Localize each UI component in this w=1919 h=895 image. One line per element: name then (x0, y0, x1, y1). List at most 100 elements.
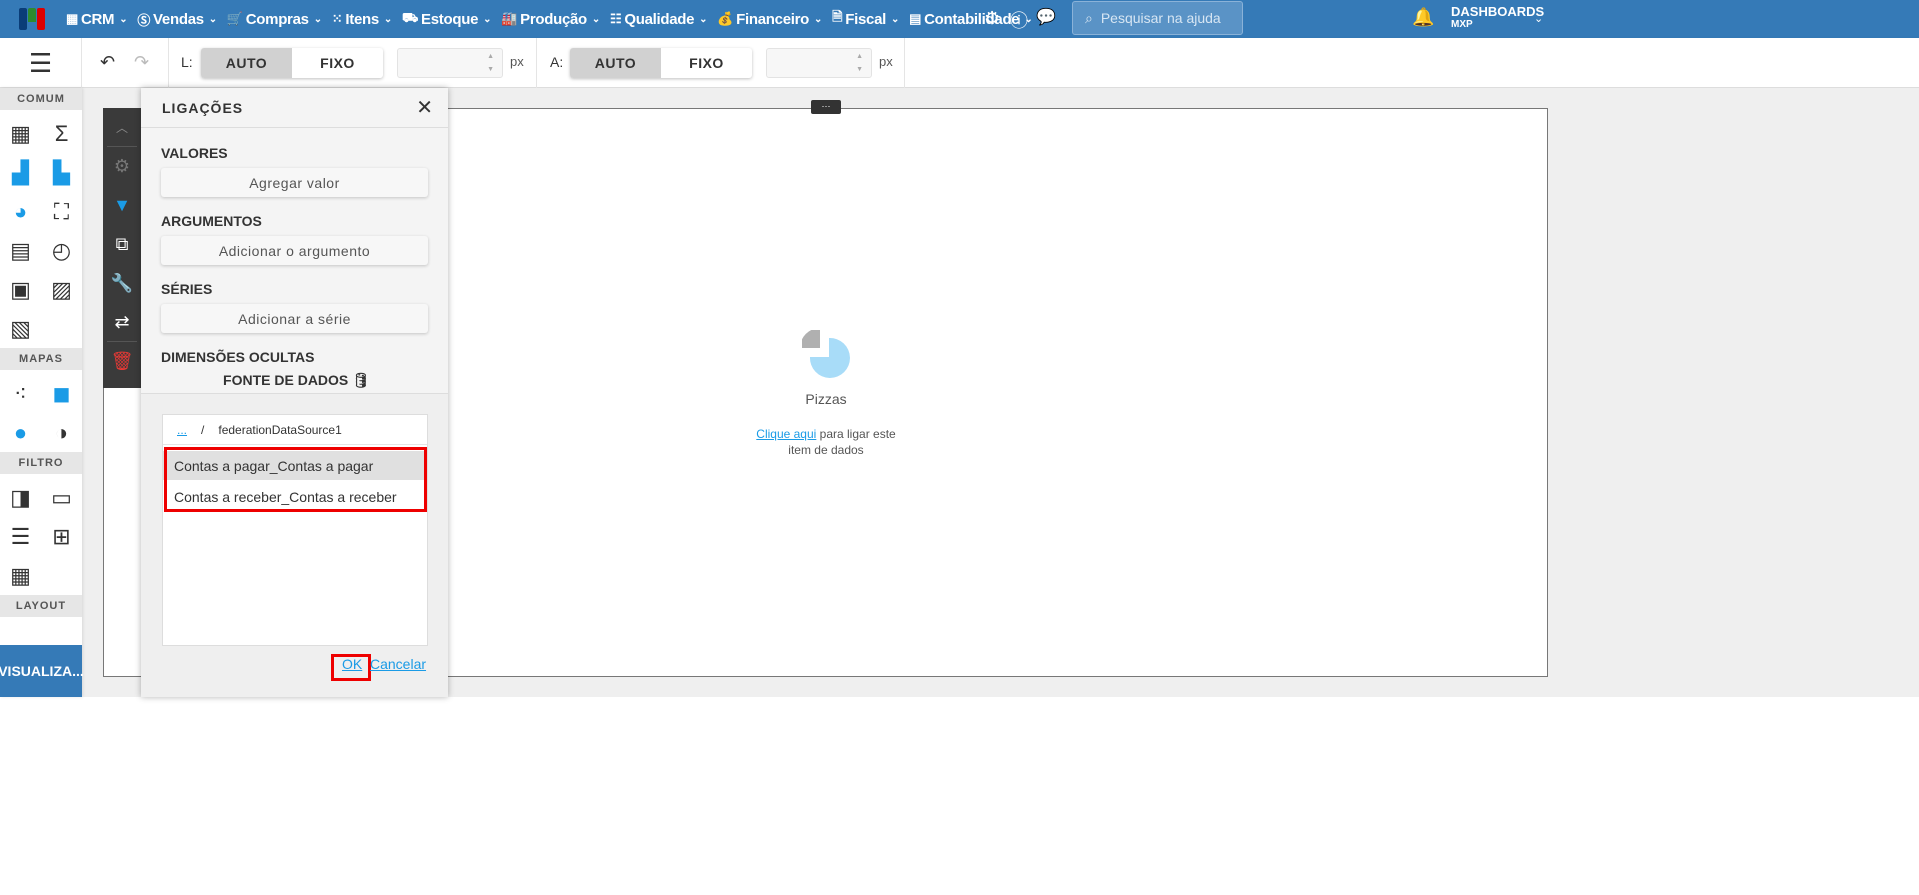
drag-handle[interactable]: ⋯ (811, 100, 841, 114)
arguments-heading: ARGUMENTOS (161, 213, 262, 229)
height-label: A: (550, 54, 564, 70)
factory-icon: 🏭 (501, 11, 518, 26)
user-menu[interactable]: DASHBOARDS MXP (1451, 5, 1544, 31)
search-icon: ⌕ (1085, 9, 1093, 26)
grid-icon[interactable]: ▦ (0, 114, 41, 153)
nav-item-estoque[interactable]: ⛟ Estoque ⌄ (401, 10, 492, 28)
bubble-map-icon[interactable]: ● (0, 413, 41, 452)
document-icon: 🗎 (832, 9, 843, 24)
help-icon[interactable]: ⓘ (1010, 7, 1028, 33)
height-mode-toggle[interactable]: AUTO FIXO (570, 48, 752, 78)
database-icon: 🛢 (352, 372, 370, 388)
chevron-down-icon: ⌄ (119, 13, 128, 25)
bound-image-icon[interactable]: ▧ (0, 309, 41, 348)
nav-item-itens[interactable]: ⁙ Itens ⌄ (331, 11, 393, 28)
values-heading: VALORES (161, 145, 228, 161)
chevron-down-icon: ⌄ (483, 13, 492, 25)
height-auto-button[interactable]: AUTO (570, 48, 661, 78)
cart-icon: 🛒 (226, 11, 243, 26)
visualize-button[interactable]: VISUALIZA... (0, 645, 84, 697)
highlight-box (164, 447, 427, 512)
treemap-icon[interactable]: ▙ (41, 153, 82, 192)
nav-item-qualidade[interactable]: ☷ Qualidade ⌄ (610, 11, 708, 28)
bell-icon[interactable]: 🔔 (1412, 7, 1434, 28)
chevron-down-icon[interactable]: ⌄ (1534, 12, 1543, 25)
filter-icon[interactable]: ▼ (103, 186, 141, 225)
swap-icon[interactable]: ⇄ (107, 303, 137, 342)
datasource-list: ... / federationDataSource1 Contas a pagar… (162, 414, 428, 646)
items-icon: ⁙ (331, 11, 343, 26)
convert-icon[interactable]: ⧉ (103, 225, 141, 264)
designer-toolbar: ☰ ↶ ↷ L: AUTO FIXO ▲ ▼ px A: AUTO FIXO ▲ ▼ p… (0, 38, 1919, 88)
add-argument-button[interactable]: Adicionar o argumento (161, 236, 428, 265)
nav-item-vendas[interactable]: Ⓢ Vendas ⌄ (137, 10, 217, 29)
close-icon[interactable]: ✕ (416, 95, 434, 120)
image-icon[interactable]: ▨ (41, 270, 82, 309)
list-box-icon[interactable]: ☰ (0, 517, 41, 556)
height-fixo-button[interactable]: FIXO (661, 48, 752, 78)
chevron-down-icon: ⌄ (699, 13, 708, 25)
chevron-down-icon: ⌄ (313, 13, 322, 25)
pie-chart-icon[interactable]: ◕ (0, 192, 41, 231)
tree-view-icon[interactable]: ⊞ (41, 517, 82, 556)
add-series-button[interactable]: Adicionar a série (161, 304, 428, 333)
hidden-dimensions-heading: DIMENSÕES OCULTAS (161, 349, 315, 365)
nav-item-financeiro[interactable]: 💰 Financeiro ⌄ (717, 11, 822, 28)
bar-chart-icon[interactable]: ▟ (0, 153, 41, 192)
text-box-icon[interactable]: ▣ (0, 270, 41, 309)
range-filter-icon[interactable]: ◨ (0, 478, 41, 517)
add-value-button[interactable]: Agregar valor (161, 168, 428, 197)
scatter-icon[interactable]: ⛶ (41, 192, 82, 231)
app-logo[interactable] (19, 8, 45, 30)
chat-icon[interactable]: 💬 (1036, 7, 1056, 27)
pie-map-icon[interactable]: ◑ (41, 413, 82, 452)
series-heading: SÉRIES (161, 281, 213, 297)
trash-icon[interactable]: 🗑 (103, 342, 141, 381)
redo-icon[interactable]: ↷ (134, 52, 149, 73)
width-fixo-button[interactable]: FIXO (292, 48, 383, 78)
chevron-down-icon: ⌄ (591, 13, 600, 25)
dollar-icon: Ⓢ (137, 12, 151, 28)
width-auto-button[interactable]: AUTO (201, 48, 292, 78)
panel-title: LIGAÇÕES (162, 99, 244, 116)
money-bag-icon: 💰 (717, 11, 734, 26)
undo-icon[interactable]: ↶ (100, 52, 115, 73)
width-mode-toggle[interactable]: AUTO FIXO (201, 48, 383, 78)
chevron-up-icon[interactable]: ︿ (107, 108, 137, 147)
gauge-icon[interactable]: ◴ (41, 231, 82, 270)
gear-icon[interactable]: ⚙ (103, 147, 141, 186)
chevron-down-icon: ⌄ (383, 13, 392, 25)
ok-button[interactable]: OK (342, 656, 362, 672)
top-nav: ▦ CRM ⌄ Ⓢ Vendas ⌄ 🛒 Compras ⌄ ⁙ Itens ⌄ ⛟ Estoque ⌄ 🏭 P… (0, 0, 1919, 38)
cancel-button[interactable]: Cancelar (370, 656, 426, 672)
combo-box-icon[interactable]: ▭ (41, 478, 82, 517)
choropleth-icon[interactable]: ◼ (41, 374, 82, 413)
nav-item-produção[interactable]: 🏭 Produção ⌄ (501, 11, 600, 28)
nav-item-fiscal[interactable]: 🗎 Fiscal ⌄ (832, 8, 899, 30)
menu-icon[interactable]: ☰ (0, 38, 82, 88)
item-toolbox: COMUM ▦ Σ ▟ ▙ ◕ ⛶ ▤ ◴ ▣ ▨ ▧ MAPAS ⁖ ◼ ● ◑ FILTR… (0, 88, 82, 697)
breadcrumb: ... / federationDataSource1 (163, 415, 427, 445)
pie-icon (800, 328, 850, 378)
height-input[interactable]: ▲ ▼ (766, 48, 872, 78)
width-label: L: (181, 54, 193, 70)
item-side-toolbar: ︿ ⚙ ▼ ⧉ 🔧 ⇄ 🗑 (103, 108, 141, 388)
building-icon: ▦ (66, 11, 78, 26)
geo-points-icon[interactable]: ⁖ (0, 374, 41, 413)
chevron-down-icon: ⌄ (814, 13, 823, 25)
bind-data-link[interactable]: Clique aqui (756, 427, 816, 441)
calculator-icon: ▤ (909, 11, 922, 26)
dolly-icon: ⛟ (401, 10, 419, 25)
nav-item-compras[interactable]: 🛒 Compras ⌄ (227, 11, 322, 28)
bindings-panel: LIGAÇÕES ✕ VALORES Agregar valor ARGUMENT… (141, 88, 448, 697)
date-filter-icon[interactable]: ▦ (0, 556, 41, 595)
help-search-input[interactable]: ⌕ Pesquisar na ajuda (1072, 1, 1243, 35)
breadcrumb-up-link[interactable]: ... (177, 423, 187, 437)
sigma-icon[interactable]: Σ (41, 114, 82, 153)
pie-placeholder: Pizzas Clique aqui para ligar este item d… (740, 328, 912, 458)
card-icon[interactable]: ▤ (0, 231, 41, 270)
gear-icon[interactable]: ⚙ (984, 8, 1000, 29)
wrench-icon[interactable]: 🔧 (103, 264, 141, 303)
width-input[interactable]: ▲ ▼ (397, 48, 503, 78)
nav-item-crm[interactable]: ▦ CRM ⌄ (66, 11, 128, 28)
